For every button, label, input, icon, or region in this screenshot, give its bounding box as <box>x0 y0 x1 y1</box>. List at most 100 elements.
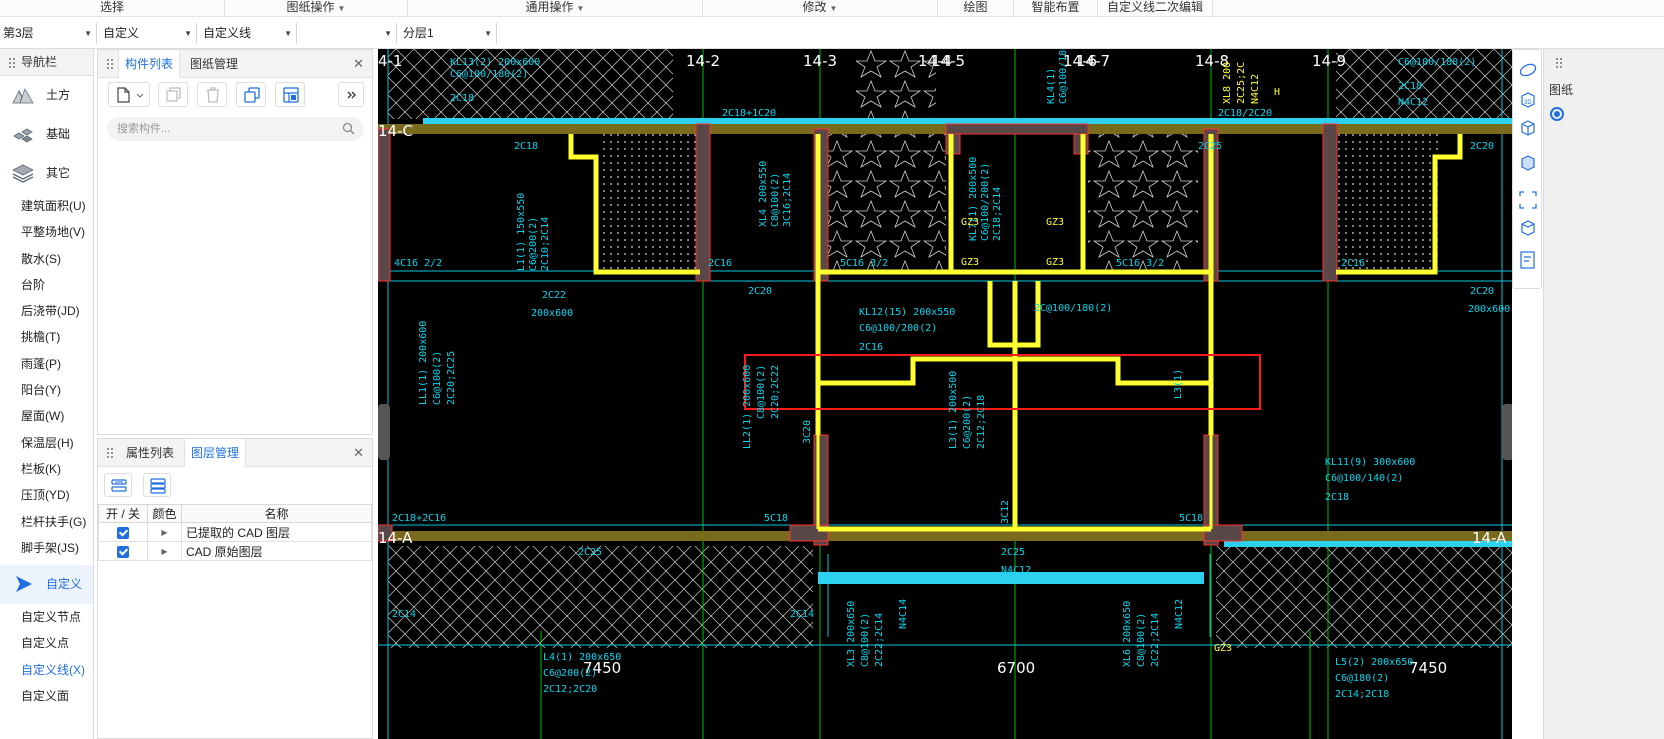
drag-handle-icon[interactable] <box>8 56 16 69</box>
nav-item-custom-area[interactable]: 自定义面 <box>0 683 93 709</box>
nav-item-eave[interactable]: 挑檐(T) <box>0 324 93 350</box>
annotation: 2C10;2C14 <box>540 217 551 271</box>
nav-category-other[interactable]: 其它 <box>0 154 93 193</box>
nav-item-building-area[interactable]: 建筑面积(U) <box>0 193 93 219</box>
show-all-layers-button[interactable] <box>104 473 132 497</box>
nav-category-earthwork[interactable]: 土方 <box>0 76 93 115</box>
nav-item-coping[interactable]: 压顶(YD) <box>0 482 93 508</box>
table-row[interactable]: ▶ CAD 原始图层 <box>98 541 372 561</box>
shaded-cube-icon[interactable] <box>1518 153 1538 173</box>
table-row[interactable]: ▶ 已提取的 CAD 图层 <box>98 522 372 542</box>
ribbon-group-common-ops[interactable]: 通用操作 ▼ <box>408 0 703 17</box>
floor-select[interactable]: 第3层 ▼ <box>0 23 97 44</box>
new-component-button[interactable] <box>108 82 150 107</box>
type-select[interactable]: 自定义线 ▼ <box>200 23 297 44</box>
hatch-region <box>1216 546 1512 648</box>
collapse-left-panel-handle[interactable] <box>378 404 390 460</box>
nav-item-railing[interactable]: 栏杆扶手(G) <box>0 509 93 535</box>
collapse-right-panel-handle[interactable] <box>1502 404 1512 460</box>
annotation: XL6 200x650 <box>1122 601 1133 667</box>
annotation: 2C18 <box>1398 81 1422 92</box>
nav-item-post-pour-strip[interactable]: 后浇带(JD) <box>0 298 93 324</box>
nav-item-custom-node[interactable]: 自定义节点 <box>0 604 93 630</box>
ribbon-group-select[interactable]: 选择 <box>0 0 225 17</box>
close-icon[interactable]: ✕ <box>353 56 364 72</box>
annotation: 3C16;2C14 <box>782 173 793 227</box>
component-filter-icon[interactable] <box>1518 250 1538 270</box>
nav-category-custom[interactable]: 自定义 <box>0 565 93 605</box>
ribbon-group-label: 通用操作 <box>525 0 574 14</box>
ribbon-group-modify[interactable]: 修改 ▼ <box>703 0 938 17</box>
component-panel-tabs: 构件列表 图纸管理 ✕ <box>98 50 372 78</box>
annotation: C6@100/200(2) <box>980 163 991 241</box>
annotation: L1(1) 150x550 <box>516 193 527 271</box>
nav-item-balcony[interactable]: 阳台(Y) <box>0 377 93 403</box>
component-search-input[interactable]: 搜索构件... <box>107 117 364 141</box>
layer-filter-button[interactable] <box>143 473 171 497</box>
delete-component-button[interactable] <box>197 82 227 107</box>
nav-category-label: 自定义 <box>46 577 83 592</box>
ribbon-group-bar: 选择 图纸操作 ▼ 通用操作 ▼ 修改 ▼ 绘图 智能布置 自定义线二次编辑 <box>0 0 1664 17</box>
tab-component-list[interactable]: 构件列表 <box>118 50 181 78</box>
layer-visible-checkbox[interactable] <box>117 545 129 558</box>
layer-panel: 属性列表 图层管理 ✕ 开 / 关 颜色 名称 ▶ 已提取的 CAD 图层 ▶ … <box>97 438 373 739</box>
nav-category-label: 土方 <box>46 88 71 102</box>
annotation: 2C18/2C20 <box>1218 108 1272 119</box>
hatch-region <box>1338 134 1438 272</box>
nav-item-canopy[interactable]: 雨蓬(P) <box>0 351 93 377</box>
nav-item-custom-point[interactable]: 自定义点 <box>0 630 93 656</box>
ribbon-group-custom-line-edit[interactable]: 自定义线二次编辑 <box>1098 0 1213 17</box>
layer-select[interactable]: 分层1 ▼ <box>400 23 497 44</box>
floor-manage-button[interactable] <box>275 82 305 107</box>
expand-arrow-icon[interactable]: ▶ <box>147 522 182 542</box>
svg-text:3D: 3D <box>1524 100 1532 106</box>
ribbon-group-drawing-ops[interactable]: 图纸操作 ▼ <box>225 0 408 17</box>
annotation: 2C18+1C20 <box>722 108 776 119</box>
tab-layer-management[interactable]: 图层管理 <box>184 439 247 467</box>
annotation: 2C22;2C14 <box>874 613 885 667</box>
nav-item-roof[interactable]: 屋面(W) <box>0 403 93 429</box>
annotation: C8@100(2) <box>756 365 767 419</box>
ribbon-group-draw[interactable]: 绘图 <box>938 0 1014 17</box>
tab-drawing-management[interactable]: 图纸管理 <box>184 50 244 78</box>
nav-item-steps[interactable]: 台阶 <box>0 272 93 298</box>
duplicate-floor-button[interactable] <box>236 82 266 107</box>
cad-canvas[interactable]: 4-1 14-2 14-3 14-4 14-5 14-6 14-7 14-8 1… <box>378 49 1512 739</box>
drag-handle-icon[interactable] <box>1555 57 1563 69</box>
fit-view-icon[interactable] <box>1518 190 1538 210</box>
nav-item-site-leveling[interactable]: 平整场地(V) <box>0 219 93 245</box>
annotation: 200x600 <box>1468 304 1510 315</box>
cad-drawing[interactable]: 4-1 14-2 14-3 14-4 14-5 14-6 14-7 14-8 1… <box>378 49 1512 739</box>
nav-item-custom-line[interactable]: 自定义线(X) <box>0 657 93 683</box>
annotation: N4C12 <box>1174 599 1185 629</box>
close-icon[interactable]: ✕ <box>353 445 364 461</box>
annotation: C6@100/180(2) <box>450 69 528 80</box>
radio-option[interactable] <box>1550 107 1564 121</box>
isometric-view-icon[interactable] <box>1518 218 1538 238</box>
annotation: L5(2) 200x650 <box>1335 657 1413 668</box>
nav-category-foundation[interactable]: 基础 <box>0 115 93 154</box>
component-select[interactable]: ▼ <box>300 23 397 44</box>
nav-item-scaffold[interactable]: 脚手架(JS) <box>0 535 93 561</box>
cube-view-icon[interactable] <box>1518 118 1538 138</box>
drag-handle-icon[interactable] <box>106 58 114 70</box>
more-tools-button[interactable] <box>338 82 364 107</box>
column-header-color: 颜色 <box>147 504 182 523</box>
rotate-view-icon[interactable] <box>1518 60 1538 80</box>
nav-item-parapet-panel[interactable]: 栏板(K) <box>0 456 93 482</box>
nav-item-insulation[interactable]: 保温层(H) <box>0 430 93 456</box>
3d-view-icon[interactable]: 3D <box>1518 90 1538 110</box>
column-header-toggle: 开 / 关 <box>98 504 148 523</box>
expand-arrow-icon[interactable]: ▶ <box>147 541 182 561</box>
category-select[interactable]: 自定义 ▼ <box>100 23 197 44</box>
right-panel-tab[interactable]: 图纸 <box>1549 81 1573 98</box>
layers-icon <box>12 164 34 183</box>
tab-property-list[interactable]: 属性列表 <box>120 439 180 467</box>
annotation: C6@100/140(2) <box>1325 473 1403 484</box>
drag-handle-icon[interactable] <box>106 447 114 459</box>
copy-component-button[interactable] <box>158 82 188 107</box>
ribbon-group-smart-layout[interactable]: 智能布置 <box>1014 0 1098 17</box>
nav-item-apron[interactable]: 散水(S) <box>0 246 93 272</box>
annotation: C6@200(2) <box>962 395 973 449</box>
layer-visible-checkbox[interactable] <box>117 526 129 539</box>
